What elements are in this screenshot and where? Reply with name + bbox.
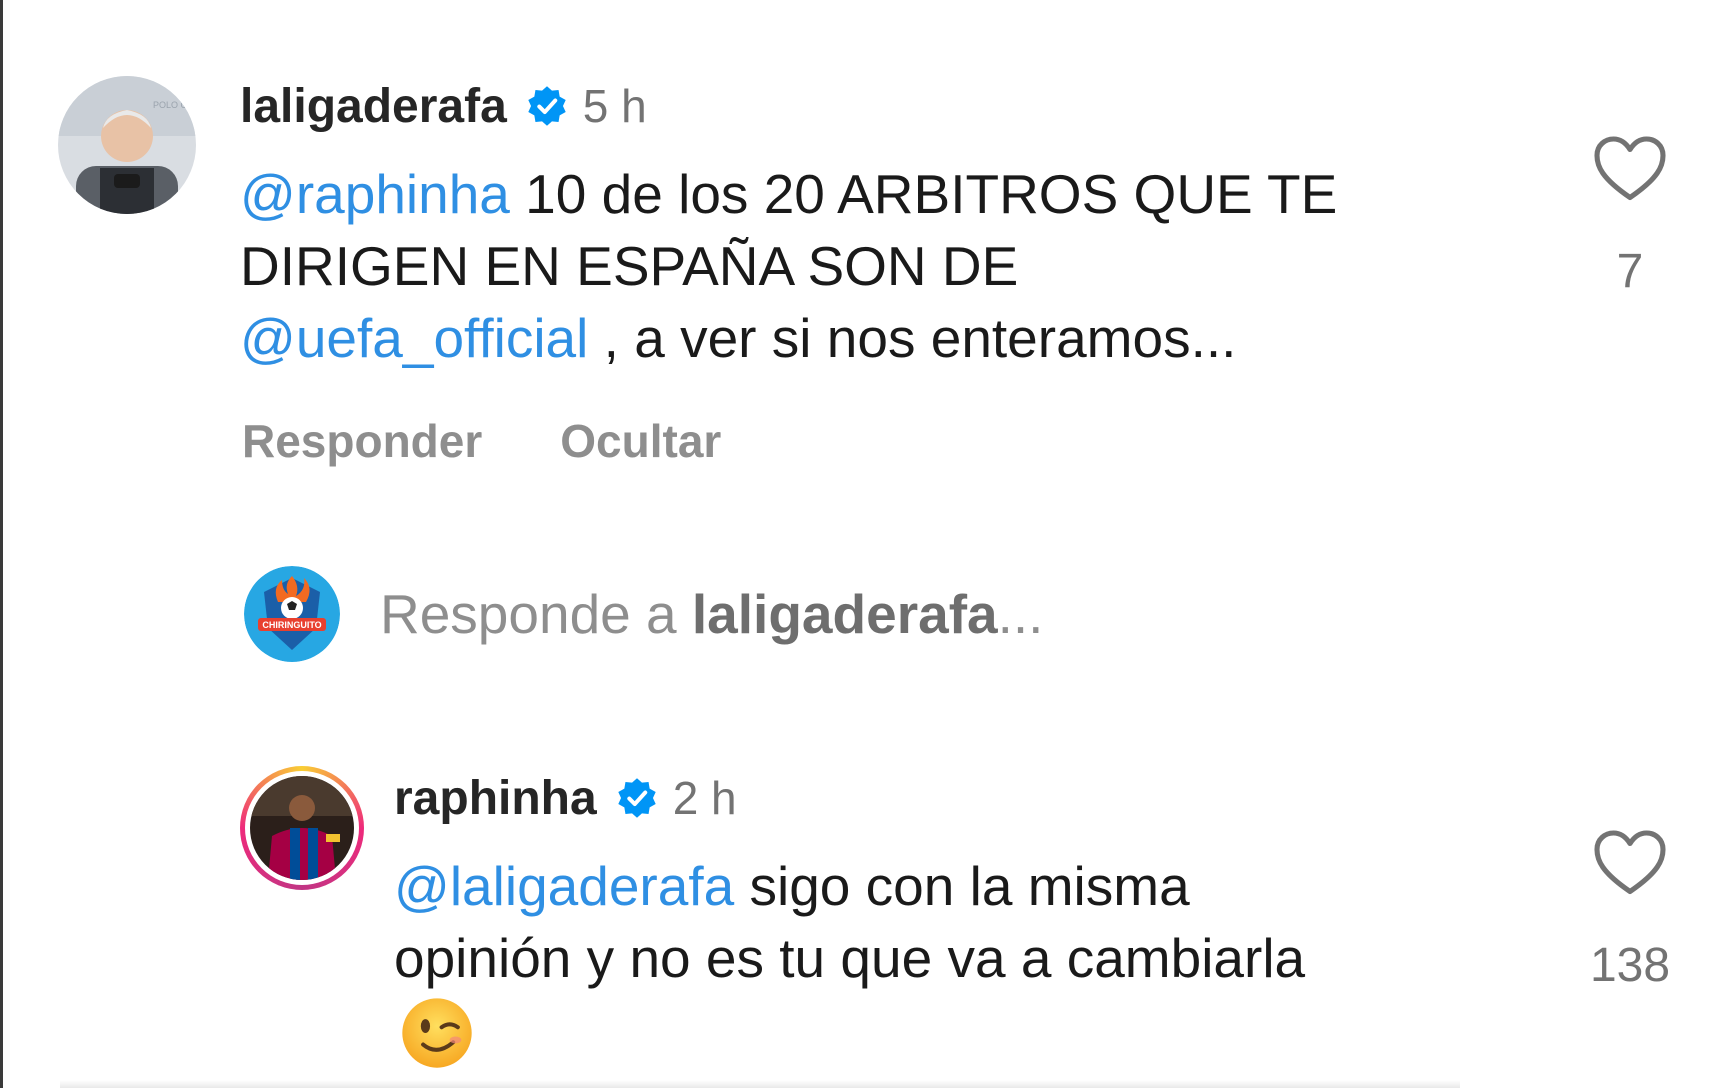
comment-line-2: DIRIGEN EN ESPAÑA SON DE: [240, 235, 1019, 297]
comment-text: @laligaderafa sigo con la misma opinión …: [394, 850, 1524, 994]
current-user-avatar: CHIRINGUITO: [244, 566, 340, 662]
timestamp: 5 h: [582, 80, 647, 132]
comment-header: raphinha 2 h: [394, 768, 737, 828]
heart-icon[interactable]: [1593, 136, 1667, 202]
left-edge-divider: [0, 0, 3, 1088]
svg-text:CHIRINGUITO: CHIRINGUITO: [262, 620, 321, 630]
like-control: 138: [1570, 830, 1690, 993]
comment-line-3: @uefa_official , a ver si nos enteramos.…: [240, 302, 1530, 374]
comment-header: laligaderafa 5 h: [240, 76, 647, 136]
heart-icon[interactable]: [1593, 830, 1667, 896]
timestamp: 2 h: [672, 772, 737, 824]
like-control: 7: [1570, 136, 1690, 299]
comment-line-2: opinión y no es tu que va a cambiarla: [394, 927, 1306, 989]
hide-button[interactable]: Ocultar: [560, 414, 721, 468]
reply-suffix: ...: [997, 583, 1044, 645]
comment-line-1: @raphinha 10 de los 20 ARBITROS QUE TE: [240, 158, 1530, 230]
next-comment-edge: [60, 1080, 1460, 1088]
verified-badge-icon: [617, 778, 656, 818]
reply-button[interactable]: Responder: [242, 414, 482, 468]
reply-target-username: laligaderafa: [691, 583, 998, 645]
reply-input[interactable]: CHIRINGUITO Responde a laligaderafa...: [244, 566, 1043, 662]
comment-text: @raphinha 10 de los 20 ARBITROS QUE TE D…: [240, 158, 1530, 374]
verified-badge-icon: [528, 86, 566, 126]
svg-text:POLO CLUB: POLO CLUB: [153, 100, 196, 110]
comment-actions: Responder Ocultar: [242, 414, 721, 468]
avatar-laligaderafa[interactable]: POLO CLUB: [58, 76, 196, 214]
mention-link[interactable]: @uefa_official: [240, 307, 588, 369]
comment-text-segment: , a ver si nos enteramos...: [588, 307, 1237, 369]
avatar-raphinha[interactable]: [240, 766, 364, 890]
comment-text-segment: sigo con la misma: [734, 855, 1190, 917]
reply-placeholder: Responde a laligaderafa...: [380, 582, 1043, 646]
mention-link[interactable]: @raphinha: [240, 163, 510, 225]
username[interactable]: raphinha: [394, 771, 597, 826]
like-count: 7: [1616, 245, 1644, 298]
like-count: 138: [1589, 939, 1671, 992]
reply-prefix: Responde a: [380, 583, 692, 645]
comment-text-segment: 10 de los 20 ARBITROS QUE TE: [509, 163, 1338, 225]
username[interactable]: laligaderafa: [240, 79, 507, 134]
winking-face-emoji: [402, 998, 472, 1068]
mention-link[interactable]: @laligaderafa: [394, 855, 734, 917]
comment-line-1: @laligaderafa sigo con la misma: [394, 850, 1524, 922]
